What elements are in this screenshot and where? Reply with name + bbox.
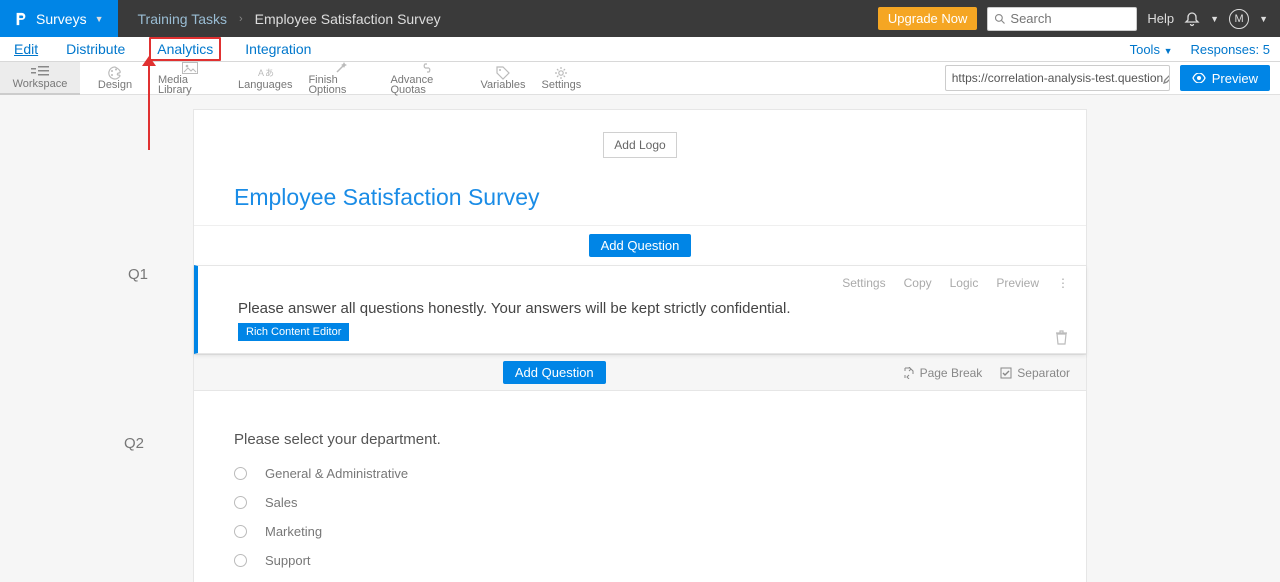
- more-icon[interactable]: ⋮: [1057, 276, 1068, 290]
- question-toolbar: Settings Copy Logic Preview ⋮: [198, 266, 1086, 290]
- subnav-right: Tools ▼ Responses: 5: [1130, 42, 1270, 57]
- tab-distribute[interactable]: Distribute: [62, 38, 129, 60]
- tool-settings[interactable]: Settings: [534, 62, 590, 95]
- q-copy[interactable]: Copy: [904, 276, 932, 290]
- option-row[interactable]: Sales: [234, 495, 1046, 510]
- separator-button[interactable]: Separator: [1000, 366, 1070, 380]
- surveys-label: Surveys: [36, 11, 87, 27]
- option-label: General & Administrative: [265, 466, 408, 481]
- breadcrumb: Training Tasks › Employee Satisfaction S…: [118, 11, 441, 27]
- caret-down-icon: ▼: [1210, 14, 1219, 24]
- surveys-dropdown[interactable]: Surveys ▼: [0, 0, 118, 37]
- workspace-icon: [31, 65, 49, 79]
- question-block-q1[interactable]: Q1 Settings Copy Logic Preview ⋮ Please …: [194, 265, 1086, 354]
- toolbar-right: https://correlation-analysis-test.questi…: [945, 65, 1280, 91]
- question-label-q1: Q1: [128, 266, 148, 283]
- tab-integration[interactable]: Integration: [241, 38, 315, 60]
- topbar-right: Upgrade Now Help ▼ M ▼: [878, 7, 1280, 31]
- editor-canvas: Add Logo Employee Satisfaction Survey Ad…: [0, 95, 1280, 582]
- translate-icon: Aあ: [256, 66, 274, 80]
- tools-dropdown[interactable]: Tools ▼: [1130, 42, 1173, 57]
- wand-icon: [334, 61, 348, 75]
- radio-icon[interactable]: [234, 525, 247, 538]
- tool-media[interactable]: Media Library: [150, 62, 230, 95]
- chevron-right-icon: ›: [239, 13, 243, 25]
- tool-workspace[interactable]: Workspace: [0, 62, 80, 95]
- option-label: Support: [265, 553, 311, 568]
- option-label: Marketing: [265, 524, 322, 539]
- tool-languages[interactable]: Aあ Languages: [230, 62, 300, 95]
- pencil-icon[interactable]: [1163, 72, 1170, 84]
- palette-icon: [107, 66, 123, 80]
- q-settings[interactable]: Settings: [842, 276, 885, 290]
- tool-finish[interactable]: Finish Options: [300, 62, 382, 95]
- help-link[interactable]: Help: [1147, 11, 1174, 26]
- option-label: Sales: [265, 495, 298, 510]
- search-icon: [994, 13, 1006, 25]
- radio-icon[interactable]: [234, 496, 247, 509]
- option-row[interactable]: General & Administrative: [234, 466, 1046, 481]
- radio-icon[interactable]: [234, 467, 247, 480]
- topbar: Surveys ▼ Training Tasks › Employee Sati…: [0, 0, 1280, 37]
- responses-count[interactable]: Responses: 5: [1191, 42, 1271, 57]
- q2-text[interactable]: Please select your department.: [234, 431, 1046, 448]
- eye-icon: [1192, 73, 1206, 83]
- checkbox-icon: [1000, 367, 1012, 379]
- image-icon: [182, 62, 198, 75]
- caret-down-icon: ▼: [95, 14, 104, 24]
- breadcrumb-current: Employee Satisfaction Survey: [255, 11, 441, 27]
- svg-text:A: A: [258, 68, 264, 78]
- tool-quotas[interactable]: Advance Quotas: [382, 62, 472, 95]
- link-icon: [419, 62, 435, 75]
- question-label-q2: Q2: [124, 435, 144, 452]
- survey-title[interactable]: Employee Satisfaction Survey: [234, 184, 1046, 211]
- q2-options: General & Administrative Sales Marketing…: [234, 466, 1046, 582]
- bell-icon[interactable]: [1184, 11, 1200, 27]
- edit-toolbar: Workspace Design Media Library Aあ Langua…: [0, 62, 1280, 95]
- gear-icon: [554, 66, 568, 80]
- q-logic[interactable]: Logic: [950, 276, 979, 290]
- page-break-icon: [903, 367, 915, 379]
- survey-url-field[interactable]: https://correlation-analysis-test.questi…: [945, 65, 1170, 91]
- option-row[interactable]: Support: [234, 553, 1046, 568]
- tag-icon: [496, 66, 510, 80]
- divider-row: Add Question Page Break Separator: [194, 354, 1086, 391]
- subnav: Edit Distribute Analytics Integration To…: [0, 37, 1280, 62]
- radio-icon[interactable]: [234, 554, 247, 567]
- svg-text:あ: あ: [265, 68, 274, 78]
- add-question-button[interactable]: Add Question: [589, 234, 692, 257]
- tool-design[interactable]: Design: [80, 62, 150, 95]
- plogo-icon: [14, 12, 28, 26]
- search-box[interactable]: [987, 7, 1137, 31]
- tab-edit[interactable]: Edit: [10, 38, 42, 60]
- preview-label: Preview: [1212, 71, 1258, 86]
- tab-analytics[interactable]: Analytics: [149, 37, 221, 61]
- option-row[interactable]: Marketing: [234, 524, 1046, 539]
- add-logo-button[interactable]: Add Logo: [603, 132, 676, 158]
- breadcrumb-folder[interactable]: Training Tasks: [138, 11, 227, 27]
- user-avatar[interactable]: M: [1229, 9, 1249, 29]
- tool-variables[interactable]: Variables: [472, 62, 533, 95]
- q-preview[interactable]: Preview: [996, 276, 1039, 290]
- trash-icon[interactable]: [1055, 330, 1068, 345]
- caret-down-icon: ▼: [1259, 14, 1268, 24]
- survey-paper: Add Logo Employee Satisfaction Survey Ad…: [193, 109, 1087, 582]
- question-block-q2[interactable]: Q2 Please select your department. Genera…: [194, 391, 1086, 582]
- q1-text[interactable]: Please answer all questions honestly. Yo…: [238, 300, 1046, 317]
- page-break-button[interactable]: Page Break: [903, 366, 983, 380]
- upgrade-button[interactable]: Upgrade Now: [878, 7, 978, 30]
- add-question-button-2[interactable]: Add Question: [503, 361, 606, 384]
- preview-button[interactable]: Preview: [1180, 65, 1270, 91]
- url-text: https://correlation-analysis-test.questi…: [952, 71, 1163, 85]
- search-input[interactable]: [1010, 11, 1110, 26]
- rich-content-badge[interactable]: Rich Content Editor: [238, 323, 349, 341]
